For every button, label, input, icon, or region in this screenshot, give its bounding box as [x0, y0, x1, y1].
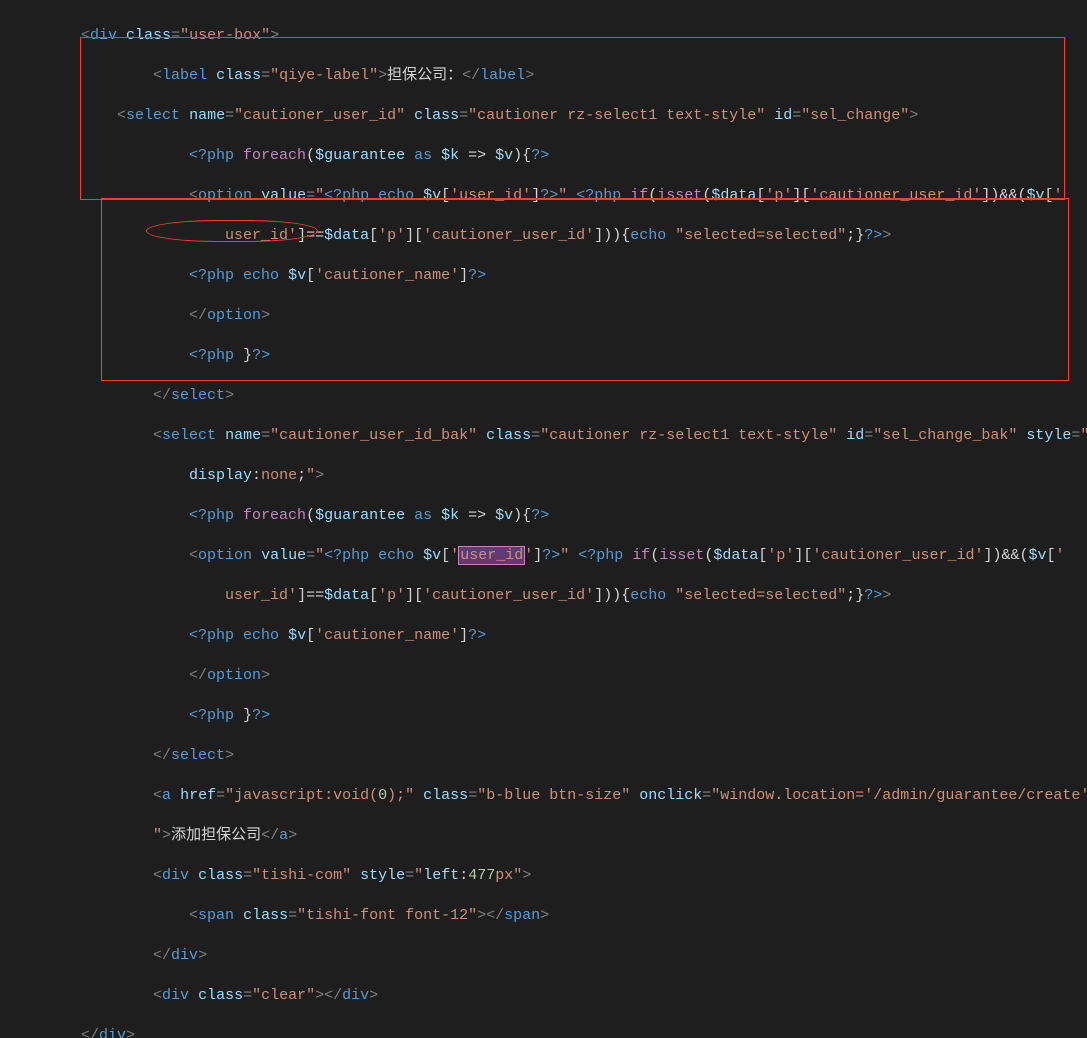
code-line: </div> — [0, 1026, 1087, 1038]
code-line: <label class="qiye-label">担保公司：</label> — [0, 66, 1087, 86]
code-line: <?php foreach($guarantee as $k => $v){?> — [0, 146, 1087, 166]
code-line: display:none;"> — [0, 466, 1087, 486]
code-line: <?php echo $v['cautioner_name']?> — [0, 626, 1087, 646]
code-line: <?php foreach($guarantee as $k => $v){?> — [0, 506, 1087, 526]
code-line: <select name="cautioner_user_id_bak" cla… — [0, 426, 1087, 446]
code-line: <span class="tishi-font font-12"></span> — [0, 906, 1087, 926]
code-line: <?php echo $v['cautioner_name']?> — [0, 266, 1087, 286]
code-line: user_id']==$data['p']['cautioner_user_id… — [0, 226, 1087, 246]
code-line: </select> — [0, 386, 1087, 406]
code-line: <?php }?> — [0, 346, 1087, 366]
code-line: <select name="cautioner_user_id" class="… — [0, 106, 1087, 126]
code-line: <div class="tishi-com" style="left:477px… — [0, 866, 1087, 886]
code-line: <div class="clear"></div> — [0, 986, 1087, 1006]
code-line: <option value="<?php echo $v['user_id']?… — [0, 186, 1087, 206]
code-line: </div> — [0, 946, 1087, 966]
code-line: ">添加担保公司</a> — [0, 826, 1087, 846]
code-line: </option> — [0, 666, 1087, 686]
code-line: <a href="javascript:void(0);" class="b-b… — [0, 786, 1087, 806]
code-line: user_id']==$data['p']['cautioner_user_id… — [0, 586, 1087, 606]
code-line: <option value="<?php echo $v['user_id']?… — [0, 546, 1087, 566]
code-line: </option> — [0, 306, 1087, 326]
code-line: </select> — [0, 746, 1087, 766]
search-highlight: user_id — [459, 547, 524, 564]
code-line: <?php }?> — [0, 706, 1087, 726]
code-editor[interactable]: <div class="user-box"> <label class="qiy… — [0, 0, 1087, 1038]
code-line: <div class="user-box"> — [0, 26, 1087, 46]
